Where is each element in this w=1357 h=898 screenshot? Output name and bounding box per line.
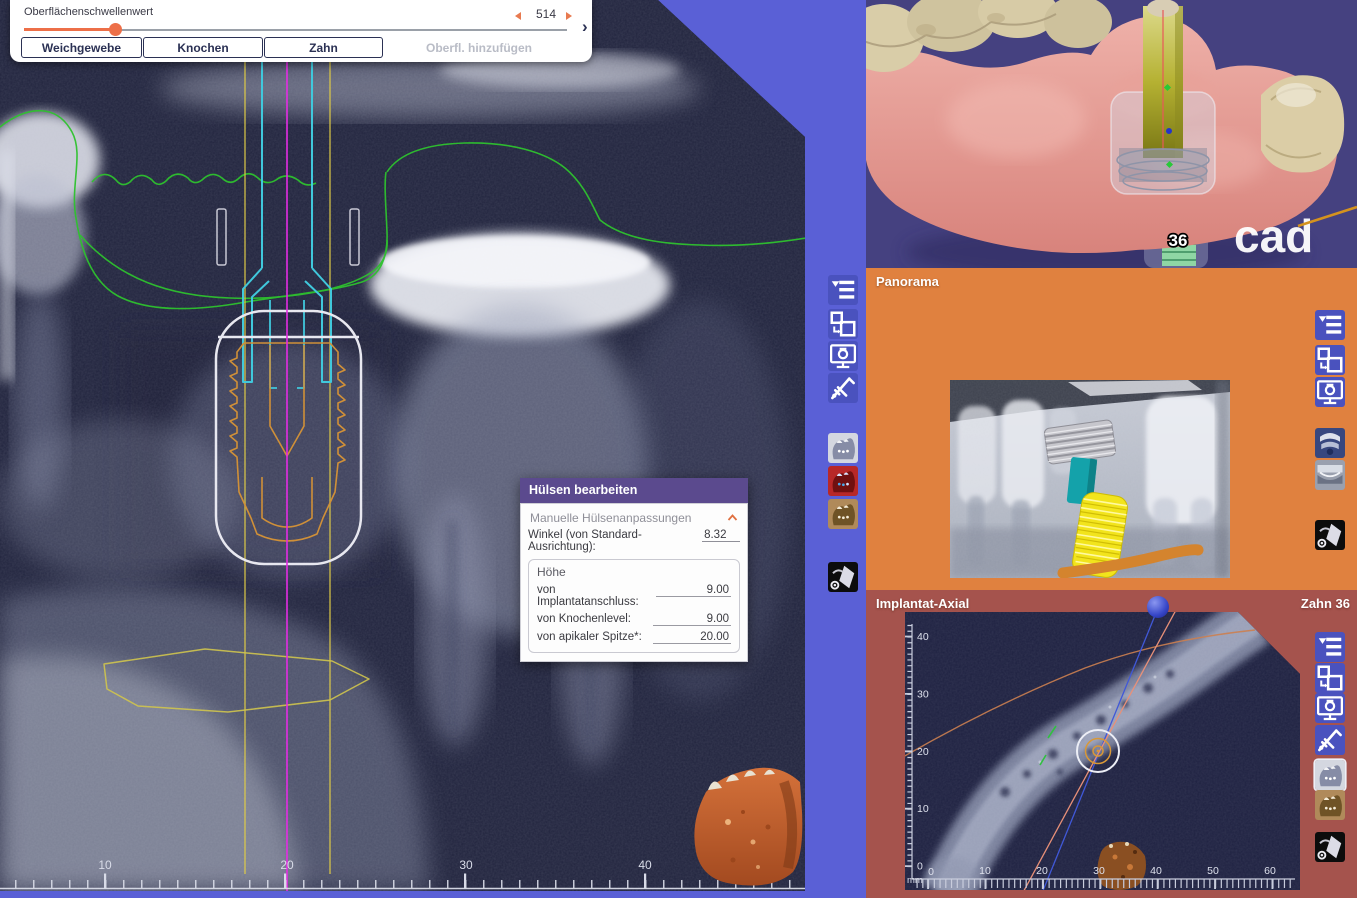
svg-text:10: 10 (98, 858, 112, 872)
threshold-slider-handle[interactable] (109, 23, 122, 36)
height-group: Höhe von Implantatanschluss: 9.00 von Kn… (528, 559, 740, 653)
svg-text:30: 30 (917, 688, 929, 700)
angle-label: Winkel (von Standard-Ausrichtung): (528, 529, 699, 553)
svg-text:40: 40 (1150, 865, 1162, 877)
bone-button[interactable]: Knochen (143, 37, 263, 58)
threshold-label: Oberflächenschwellenwert (24, 6, 153, 18)
svg-text:60: 60 (1264, 865, 1276, 877)
svg-text:40: 40 (638, 858, 652, 872)
svg-text:mm: mm (907, 875, 923, 886)
menu-icon[interactable] (828, 275, 858, 305)
cross-section-canvas: 10 20 30 40 (0, 0, 805, 891)
threshold-slider-fill (24, 28, 115, 31)
menu-icon[interactable] (1315, 310, 1345, 340)
apical-tip-label: von apikaler Spitze*: (537, 631, 642, 643)
tooth-number-label: 36 (1169, 231, 1188, 250)
screenshot-icon[interactable] (828, 341, 858, 371)
sleeve-edit-dialog: Hülsen bearbeiten Manuelle Hülsenanpassu… (520, 478, 748, 662)
axial-title: Implantat-Axial (876, 596, 969, 611)
svg-text:0: 0 (928, 866, 934, 878)
measure-icon[interactable] (828, 373, 858, 403)
swap-view-icon[interactable] (1315, 345, 1345, 375)
panorama-panel: Panorama (866, 268, 1357, 590)
xray-red-thumb-icon[interactable] (828, 466, 858, 496)
svg-text:0: 0 (917, 861, 923, 873)
expand-chevron-icon[interactable]: › (582, 17, 588, 37)
model-3d-canvas: cad 36 (866, 0, 1357, 268)
svg-text:50: 50 (1207, 865, 1219, 877)
model-3d-view[interactable]: cad 36 (866, 0, 1357, 268)
svg-text:10: 10 (979, 865, 991, 877)
soft-tissue-button[interactable]: Weichgewebe (21, 37, 142, 58)
angle-input[interactable]: 8.32 (702, 529, 740, 542)
measure-icon[interactable] (1315, 725, 1345, 755)
collapse-caret-icon[interactable] (727, 511, 738, 525)
increment-arrow-icon[interactable] (566, 12, 572, 20)
svg-text:20: 20 (280, 858, 294, 872)
jaw-rotate-icon[interactable] (1315, 832, 1345, 862)
svg-text:30: 30 (1093, 865, 1105, 877)
axial-panel: Implantat-Axial Zahn 36 (866, 590, 1357, 898)
xray-tan-thumb-icon[interactable] (1315, 790, 1345, 820)
decrement-arrow-icon[interactable] (515, 12, 521, 20)
menu-icon[interactable] (1315, 632, 1345, 662)
watermark: cad (1234, 210, 1313, 262)
xray-thumb-icon[interactable] (828, 433, 858, 463)
svg-text:20: 20 (917, 746, 929, 758)
panorama-title: Panorama (876, 274, 939, 289)
svg-text:40: 40 (917, 631, 929, 643)
add-surface-button-disabled: Oberfl. hinzufügen (390, 37, 568, 58)
cross-section-view[interactable]: 10 20 30 40 (0, 0, 805, 891)
xray-thumb-icon[interactable] (1315, 760, 1345, 790)
surface-threshold-panel: Oberflächenschwellenwert 514 › Weichgewe… (10, 0, 592, 62)
panorama-view[interactable] (950, 380, 1230, 578)
apical-tip-input[interactable]: 20.00 (653, 631, 731, 644)
jaw-rotate-icon[interactable] (828, 562, 858, 592)
jaw-3d-thumbnail[interactable] (688, 752, 805, 890)
axial-tooth-label: Zahn 36 (1301, 596, 1350, 611)
threshold-value[interactable]: 514 (528, 7, 564, 21)
bone-level-input[interactable]: 9.00 (653, 613, 731, 626)
implant-connection-label: von Implantatanschluss: (537, 584, 656, 608)
svg-text:20: 20 (1036, 865, 1048, 877)
axial-view[interactable]: 40 30 20 10 0 mm 0 10 20 30 40 50 60 (905, 612, 1300, 890)
dialog-title: Hülsen bearbeiten (520, 478, 748, 503)
implant-connection-input[interactable]: 9.00 (656, 584, 731, 597)
jaw-rotate-icon[interactable] (1315, 520, 1345, 550)
axis-handle-sphere[interactable] (1147, 596, 1169, 618)
svg-text:30: 30 (459, 858, 473, 872)
guide-pin-3d[interactable] (1143, 0, 1183, 158)
xray-tan-thumb-icon[interactable] (828, 499, 858, 529)
ct-anatomy (0, 0, 805, 891)
bone-level-label: von Knochenlevel: (537, 613, 631, 625)
svg-text:10: 10 (917, 803, 929, 815)
screenshot-icon[interactable] (1315, 693, 1345, 723)
panorama-arch-icon[interactable] (1315, 428, 1345, 458)
app-window: 10 20 30 40 (0, 0, 1357, 898)
swap-view-icon[interactable] (1315, 663, 1345, 693)
screenshot-icon[interactable] (1315, 377, 1345, 407)
height-group-title: Höhe (537, 565, 731, 579)
swap-view-icon[interactable] (828, 309, 858, 339)
tooth-button[interactable]: Zahn (264, 37, 383, 58)
section-title: Manuelle Hülsenanpassungen (530, 511, 691, 525)
panorama-strip-icon[interactable] (1315, 460, 1345, 490)
